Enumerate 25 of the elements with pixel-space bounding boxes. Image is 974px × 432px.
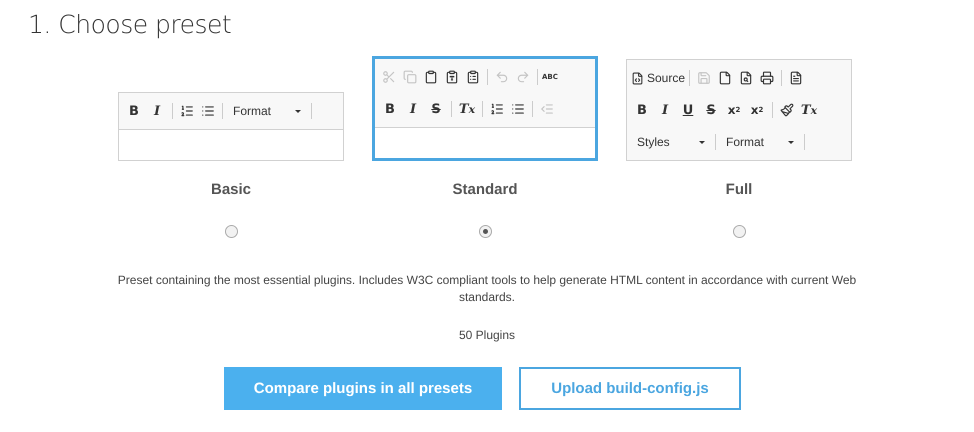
- dropdown[interactable]: Styles: [631, 132, 711, 152]
- editor-preview[interactable]: B I Format: [118, 92, 344, 161]
- preset-name: Basic: [210, 181, 252, 198]
- format-button[interactable]: I: [402, 99, 424, 119]
- preset-description: Preset containing the most essential plugins. Includes W3C compliant tools to help generate HTML content in accordance with current Web standards.: [117, 272, 857, 306]
- format-button[interactable]: S: [700, 100, 722, 120]
- format-button[interactable]: S: [425, 99, 447, 119]
- source-button[interactable]: Source: [631, 68, 686, 88]
- format-button[interactable]: U: [677, 100, 699, 120]
- preset-radio[interactable]: [732, 225, 746, 238]
- section-heading: 1. Choose preset: [28, 10, 232, 39]
- format-button[interactable]: x$^{2}$: [746, 100, 768, 120]
- dropdown[interactable]: Format: [227, 101, 307, 121]
- preset-name: Full: [726, 181, 752, 198]
- code-file-icon: [631, 72, 644, 84]
- preset-name: Standard: [452, 181, 518, 198]
- format-button[interactable]: I: [146, 101, 168, 121]
- format-button[interactable]: B: [631, 100, 653, 120]
- preset-radio[interactable]: [224, 225, 238, 238]
- format-button[interactable]: I: [654, 100, 676, 120]
- format-button[interactable]: B: [379, 99, 401, 119]
- dropdown[interactable]: Format: [720, 132, 800, 152]
- format-button[interactable]: B: [123, 101, 145, 121]
- plugin-count: 50 Plugins: [458, 328, 516, 342]
- preset-radio[interactable]: [478, 225, 492, 238]
